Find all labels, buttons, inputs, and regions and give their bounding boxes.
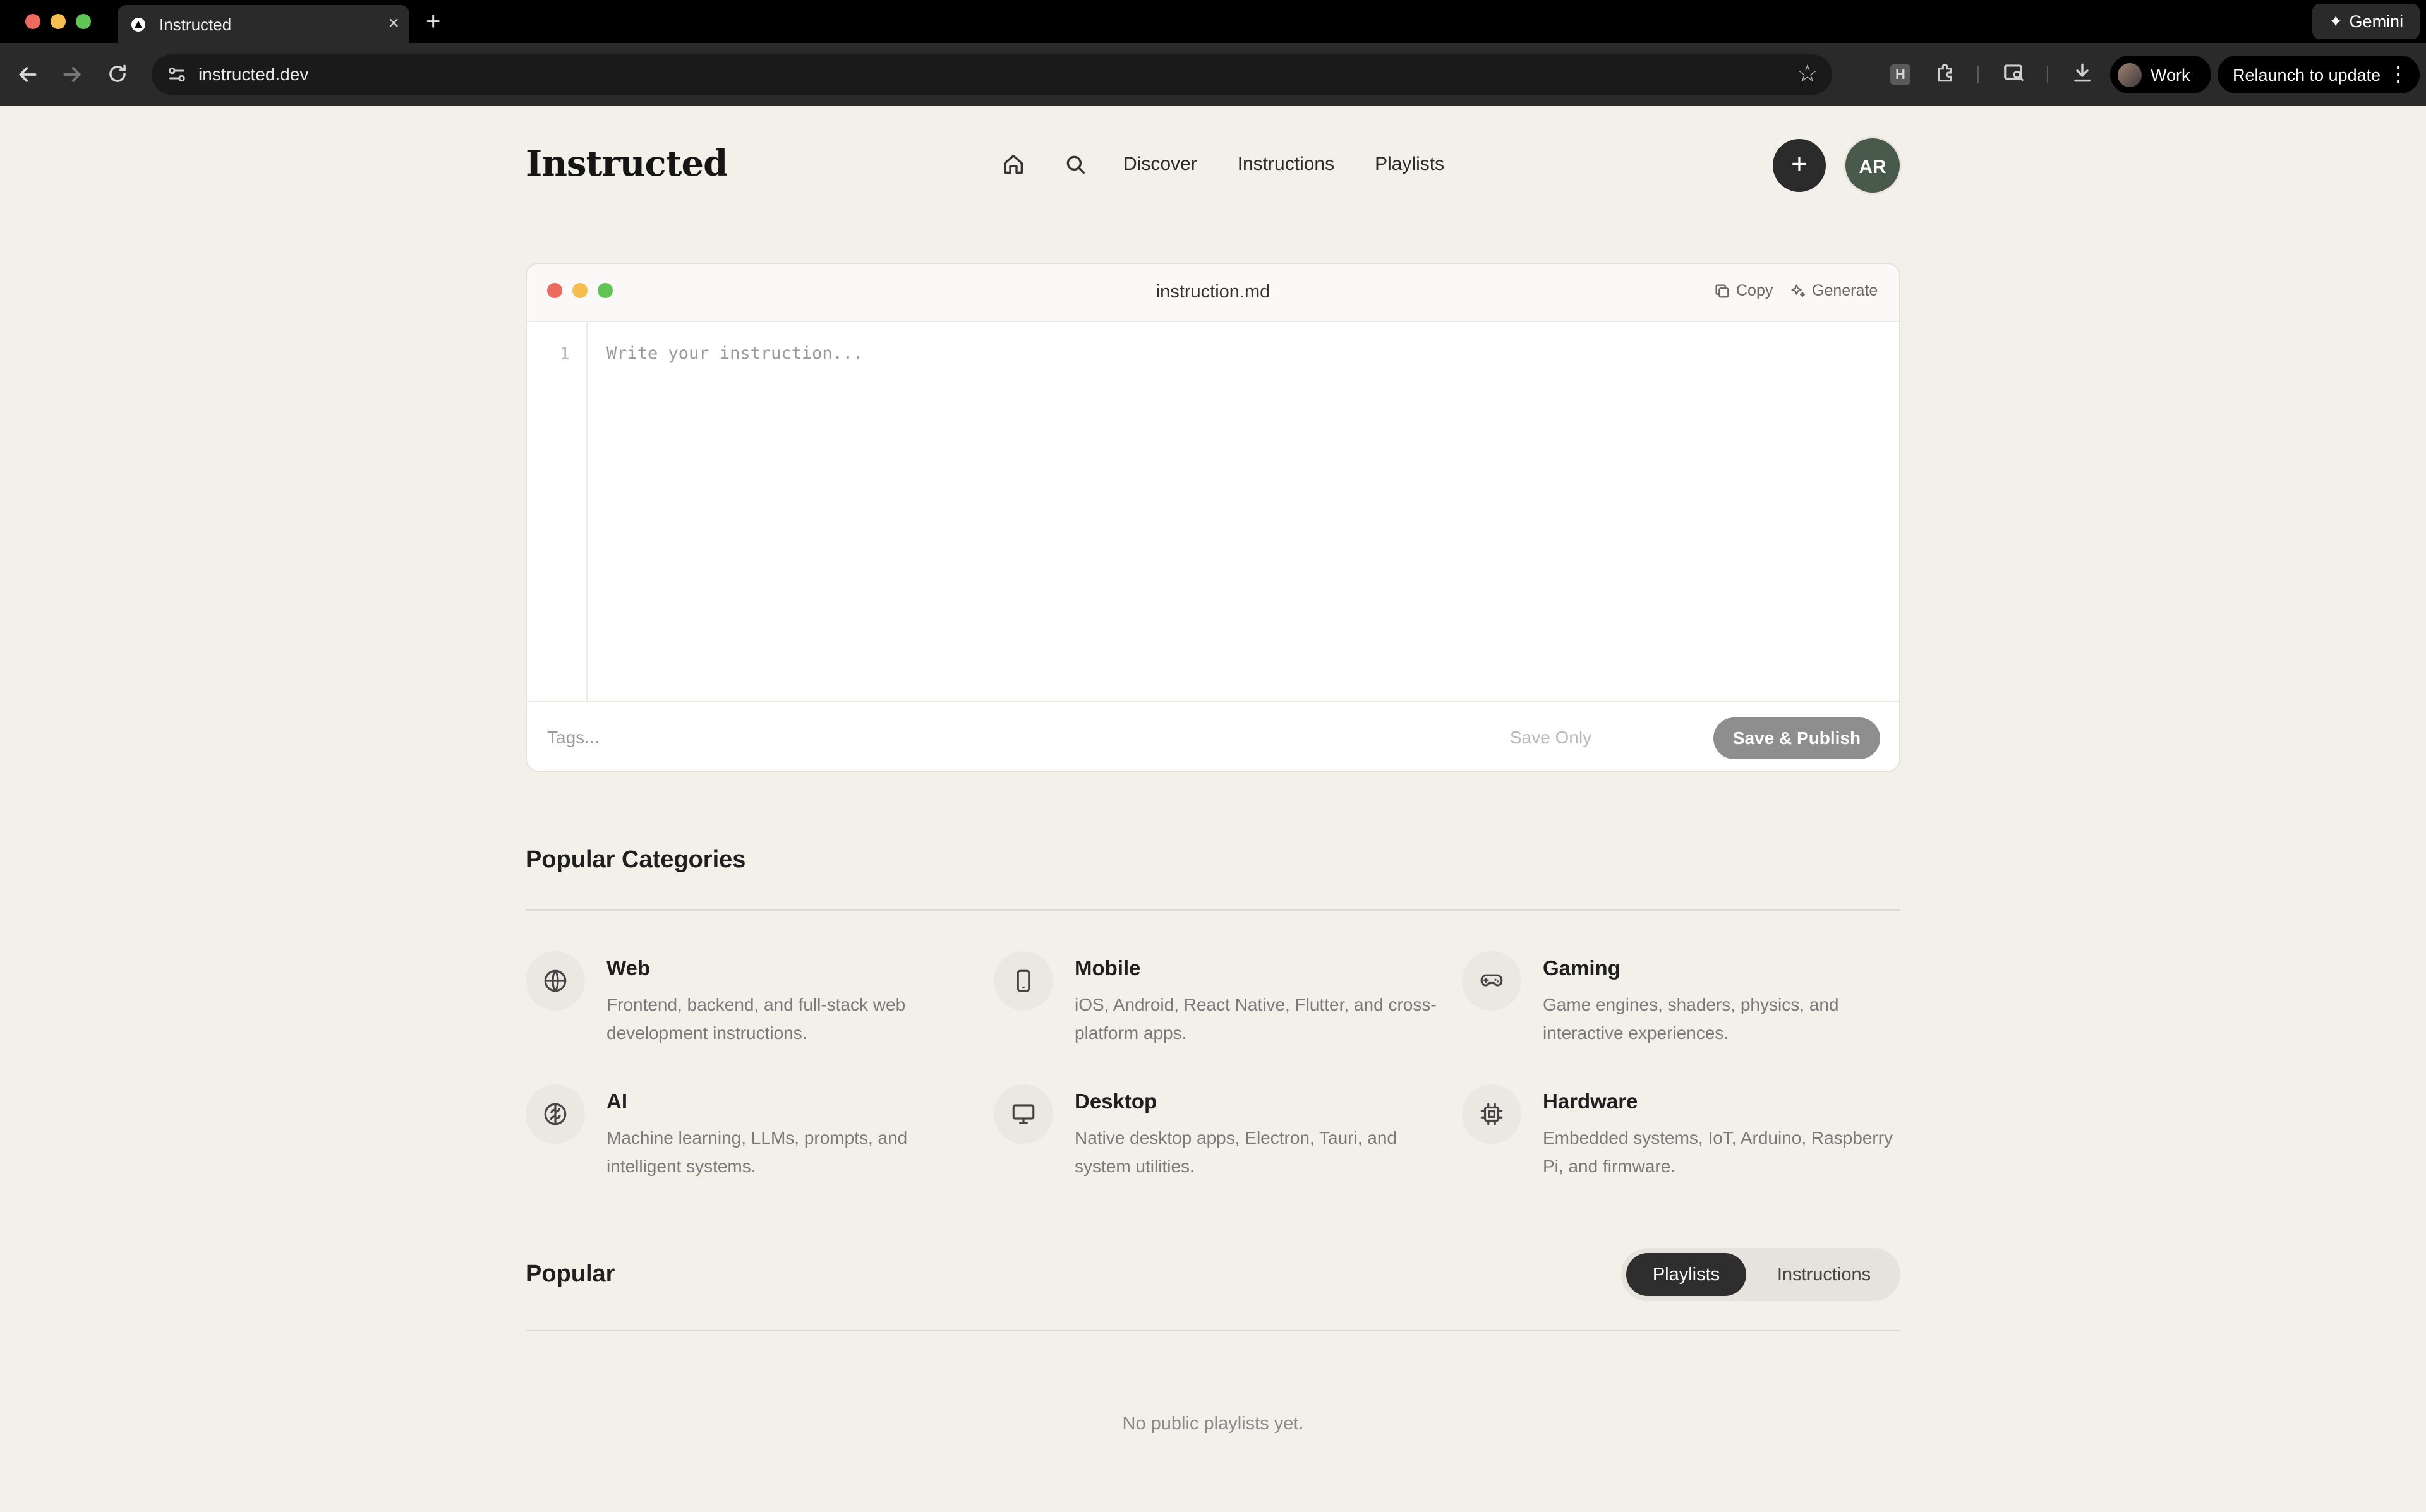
category-hardware[interactable]: Hardware Embedded systems, IoT, Arduino,… <box>1462 1084 1904 1192</box>
save-only-button[interactable]: Save Only <box>1510 728 1591 748</box>
editor-filename: instruction.md <box>1156 282 1270 302</box>
copy-label: Copy <box>1736 282 1773 299</box>
sparkles-icon <box>1791 284 1806 297</box>
save-publish-button[interactable]: Save & Publish <box>1713 717 1880 759</box>
category-description: Machine learning, LLMs, prompts, and int… <box>606 1128 908 1176</box>
brain-icon <box>526 1084 585 1144</box>
category-title: AI <box>606 1089 627 1113</box>
gamepad-icon <box>1462 951 1521 1011</box>
tab-title: Instructed <box>159 15 232 34</box>
category-title: Desktop <box>1075 1089 1157 1113</box>
category-mobile[interactable]: Mobile iOS, Android, React Native, Flutt… <box>994 951 1437 1059</box>
category-title: Mobile <box>1075 956 1141 980</box>
popular-heading: Popular <box>526 1261 615 1287</box>
popular-toggle: Playlists Instructions <box>1621 1248 1900 1301</box>
window-minimize-button[interactable] <box>51 14 66 29</box>
toolbar-separator <box>2047 66 2048 83</box>
user-avatar[interactable]: AR <box>1844 136 1902 195</box>
more-vertical-icon[interactable]: ⋮ <box>2388 62 2408 86</box>
url-text: instructed.dev <box>198 64 309 84</box>
profile-avatar <box>2118 63 2142 87</box>
create-plus-button[interactable]: + <box>1773 139 1826 192</box>
category-ai[interactable]: AI Machine learning, LLMs, prompts, and … <box>526 1084 968 1192</box>
copy-icon <box>1715 284 1729 297</box>
editor-body[interactable]: 1 <box>527 322 1899 701</box>
new-tab-plus-icon[interactable]: + <box>426 9 440 34</box>
browser-tab-bar: Instructed × + ✦ Gemini <box>0 0 2426 43</box>
site-settings-icon[interactable] <box>166 63 188 86</box>
globe-icon <box>526 951 585 1011</box>
editor-footer: Save Only Save & Publish <box>527 701 1899 771</box>
gemini-button[interactable]: ✦ Gemini <box>2312 4 2420 39</box>
editor-header: instruction.md Copy Generate <box>527 264 1899 322</box>
bookmark-star-icon[interactable]: ☆ <box>1797 59 1818 88</box>
section-divider <box>526 909 1900 911</box>
profile-button[interactable]: Work <box>2110 56 2211 93</box>
tab-search-icon[interactable] <box>2000 61 2028 88</box>
browser-toolbar: instructed.dev ☆ H Work Relaunch to upda… <box>0 43 2426 106</box>
category-description: Native desktop apps, Electron, Tauri, an… <box>1075 1128 1397 1176</box>
nav-discover-link[interactable]: Discover <box>1123 153 1197 175</box>
category-description: Game engines, shaders, physics, and inte… <box>1543 995 1839 1043</box>
main-nav: Discover Instructions Playlists <box>1001 149 1444 179</box>
home-icon[interactable] <box>1001 152 1026 177</box>
generate-label: Generate <box>1812 282 1878 299</box>
instruction-input[interactable] <box>606 344 1807 363</box>
category-description: iOS, Android, React Native, Flutter, and… <box>1075 995 1437 1043</box>
category-title: Gaming <box>1543 956 1620 980</box>
tab-instructions[interactable]: Instructions <box>1764 1253 1884 1296</box>
chip-icon <box>1462 1084 1521 1144</box>
reload-icon[interactable] <box>105 62 130 87</box>
category-desktop[interactable]: Desktop Native desktop apps, Electron, T… <box>994 1084 1436 1192</box>
download-icon[interactable] <box>2068 61 2096 88</box>
empty-state-text: No public playlists yet. <box>1122 1413 1304 1434</box>
section-divider <box>526 1330 1900 1331</box>
line-gutter: 1 <box>527 322 588 701</box>
extensions-puzzle-icon[interactable] <box>1932 61 1960 88</box>
window-close-button[interactable] <box>25 14 40 29</box>
tab-playlists[interactable]: Playlists <box>1626 1253 1746 1296</box>
category-web[interactable]: Web Frontend, backend, and full-stack we… <box>526 951 968 1059</box>
tab-favicon-icon <box>131 18 145 32</box>
nav-playlists-link[interactable]: Playlists <box>1375 153 1444 175</box>
monitor-icon <box>994 1084 1053 1144</box>
window-maximize-button[interactable] <box>76 14 91 29</box>
relaunch-button[interactable]: Relaunch to update ⋮ <box>2218 56 2420 93</box>
profile-label: Work <box>2151 66 2190 85</box>
categories-heading: Popular Categories <box>526 846 746 873</box>
line-number: 1 <box>560 345 570 364</box>
copy-button[interactable]: Copy <box>1713 282 1773 300</box>
forward-arrow-icon[interactable] <box>59 62 85 87</box>
toolbar-separator <box>1977 66 1979 83</box>
site-logo[interactable]: Instructed <box>526 143 728 184</box>
instruction-editor: instruction.md Copy Generate 1 Save Only… <box>526 263 1900 772</box>
sparkle-icon: ✦ <box>2328 11 2343 31</box>
back-arrow-icon[interactable] <box>15 62 40 87</box>
gemini-label: Gemini <box>2349 11 2404 31</box>
nav-instructions-link[interactable]: Instructions <box>1238 153 1334 175</box>
category-title: Web <box>606 956 651 980</box>
phone-icon <box>994 951 1053 1011</box>
address-bar[interactable]: instructed.dev ☆ <box>152 54 1832 95</box>
h-extension-icon[interactable]: H <box>1890 64 1910 85</box>
category-description: Embedded systems, IoT, Arduino, Raspberr… <box>1543 1128 1893 1176</box>
tags-input[interactable] <box>547 728 1305 748</box>
search-icon[interactable] <box>1063 152 1088 177</box>
browser-tab[interactable]: Instructed × <box>118 5 409 43</box>
category-description: Frontend, backend, and full-stack web de… <box>606 995 906 1043</box>
relaunch-label: Relaunch to update <box>2233 66 2381 85</box>
generate-button[interactable]: Generate <box>1789 282 1878 300</box>
tab-close-icon[interactable]: × <box>388 13 399 34</box>
category-gaming[interactable]: Gaming Game engines, shaders, physics, a… <box>1462 951 1904 1059</box>
category-title: Hardware <box>1543 1089 1638 1113</box>
